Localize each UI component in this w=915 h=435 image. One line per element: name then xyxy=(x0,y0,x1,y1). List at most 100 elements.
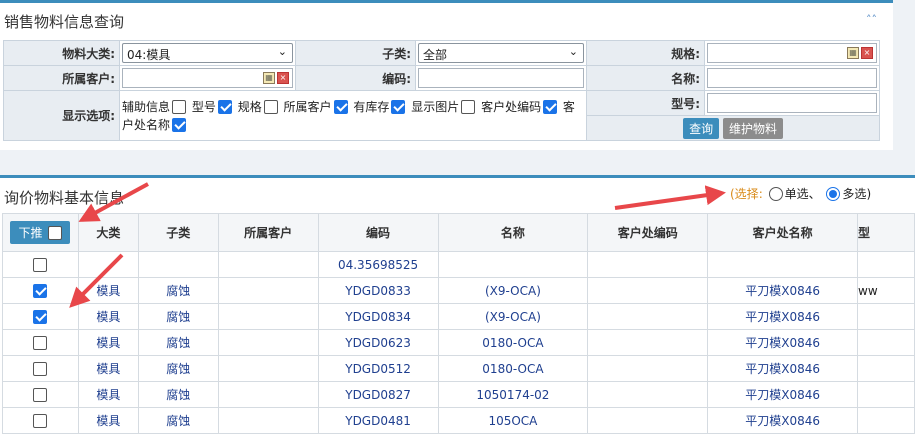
row-checkbox[interactable] xyxy=(33,361,48,376)
cell-cust-code xyxy=(587,381,709,408)
spec-input[interactable]: ▦ × xyxy=(707,43,877,63)
table-row[interactable]: 模具 腐蚀 YDGD0623 0180-OCA 平刀模X0846 xyxy=(2,329,915,356)
option-aux-label: 辅助信息 xyxy=(122,99,171,114)
cell-name: (X9-OCA) xyxy=(437,277,589,304)
subcategory-label: 子类: xyxy=(295,40,416,66)
row-checkbox-cell xyxy=(2,251,79,278)
maintain-button[interactable]: 维护物料 xyxy=(722,117,783,139)
header-name[interactable]: 名称 xyxy=(437,213,589,252)
customer-input[interactable]: ▦ × xyxy=(122,68,293,88)
cell-category: 模具 xyxy=(77,329,139,356)
cell-cust-name: 平刀模X0846 xyxy=(707,277,859,304)
cell-category: 模具 xyxy=(77,303,139,330)
multi-select-radio[interactable] xyxy=(826,187,841,201)
cell-subcategory: 腐蚀 xyxy=(137,381,219,408)
name-input[interactable] xyxy=(707,68,877,88)
result-table: 下推 大类 子类 所属客户 编码 名称 客户处编码 客户处名称 型 04.356… xyxy=(2,213,915,434)
row-checkbox-cell xyxy=(2,329,79,356)
model-label: 型号: xyxy=(586,90,705,116)
row-checkbox-cell xyxy=(2,381,79,408)
header-customer[interactable]: 所属客户 xyxy=(217,213,319,252)
double-chevron-up-icon[interactable]: ˄˄ xyxy=(866,13,877,26)
row-checkbox-cell xyxy=(2,355,79,382)
cust-code-checkbox[interactable] xyxy=(543,99,558,114)
query-panel: 销售物料信息查询 ˄˄ 物料大类: 04:模具 ⌄ 子类: 全部 ⌄ 规格: ▦ × … xyxy=(0,0,893,150)
table-row[interactable]: 模具 腐蚀 YDGD0833 (X9-OCA) 平刀模X0846 ww xyxy=(2,277,915,304)
picker-icon[interactable]: ▦ xyxy=(847,47,859,59)
row-checkbox[interactable] xyxy=(33,387,48,402)
option-show-image-label: 显示图片 xyxy=(411,99,460,114)
cell-cust-code xyxy=(587,407,709,434)
row-checkbox[interactable] xyxy=(33,309,48,324)
cell-customer xyxy=(217,381,319,408)
cell-customer xyxy=(217,355,319,382)
cust-name-checkbox[interactable] xyxy=(172,117,187,132)
table-row[interactable]: 模具 腐蚀 YDGD0834 (X9-OCA) 平刀模X0846 xyxy=(2,303,915,330)
cell-code: YDGD0834 xyxy=(317,303,439,330)
cell-cust-code xyxy=(587,329,709,356)
push-button[interactable]: 下推 xyxy=(10,221,71,244)
cell-customer xyxy=(217,407,319,434)
customer-checkbox[interactable] xyxy=(333,99,348,114)
stock-checkbox[interactable] xyxy=(391,99,406,114)
model-checkbox[interactable] xyxy=(217,99,232,114)
clear-icon[interactable]: × xyxy=(861,47,873,59)
row-checkbox-cell xyxy=(2,303,79,330)
cell-cust-code xyxy=(587,303,709,330)
chevron-down-icon: ⌄ xyxy=(568,45,578,58)
header-model[interactable]: 型 xyxy=(857,213,915,252)
row-checkbox[interactable] xyxy=(33,335,48,350)
cell-code: YDGD0512 xyxy=(317,355,439,382)
display-options: 辅助信息 型号 规格 所属客户 有库存 显示图片 客户处编码 客户处名称 xyxy=(120,96,586,136)
cell-customer xyxy=(217,329,319,356)
push-header: 下推 xyxy=(2,213,79,252)
cell-cust-name: 平刀模X0846 xyxy=(707,381,859,408)
header-subcategory[interactable]: 子类 xyxy=(137,213,219,252)
single-select-radio[interactable] xyxy=(768,187,783,201)
cell-cust-name: 平刀模X0846 xyxy=(707,407,859,434)
table-row[interactable]: 模具 腐蚀 YDGD0827 1050174-02 平刀模X0846 xyxy=(2,381,915,408)
cell-model xyxy=(857,329,915,356)
cell-cust-code xyxy=(587,355,709,382)
cell-name: (X9-OCA) xyxy=(437,303,589,330)
header-cust-code[interactable]: 客户处编码 xyxy=(587,213,709,252)
query-button[interactable]: 查询 xyxy=(683,117,720,139)
cell-code: YDGD0481 xyxy=(317,407,439,434)
table-header: 下推 大类 子类 所属客户 编码 名称 客户处编码 客户处名称 型 xyxy=(2,213,915,252)
cell-model: ww xyxy=(857,277,915,304)
select-all-checkbox[interactable] xyxy=(48,226,63,240)
cell-category: 模具 xyxy=(77,407,139,434)
cell-subcategory: 腐蚀 xyxy=(137,329,219,356)
category-select[interactable]: 04:模具 ⌄ xyxy=(122,43,293,63)
cell-name xyxy=(437,251,589,278)
row-checkbox[interactable] xyxy=(33,413,48,428)
row-checkbox[interactable] xyxy=(33,283,48,298)
aux-checkbox[interactable] xyxy=(172,99,187,114)
option-stock-label: 有库存 xyxy=(353,99,390,114)
header-code[interactable]: 编码 xyxy=(317,213,439,252)
clear-icon[interactable]: × xyxy=(277,72,289,84)
subcategory-select[interactable]: 全部 ⌄ xyxy=(418,43,584,63)
cell-customer xyxy=(217,303,319,330)
spec-checkbox[interactable] xyxy=(263,99,278,114)
header-cust-name[interactable]: 客户处名称 xyxy=(707,213,859,252)
single-select-label: 单选 xyxy=(784,187,809,201)
model-input[interactable] xyxy=(707,93,877,113)
display-options-label: 显示选项: xyxy=(3,90,120,141)
show-image-checkbox[interactable] xyxy=(461,99,476,114)
header-category[interactable]: 大类 xyxy=(77,213,139,252)
table-row[interactable]: 模具 腐蚀 YDGD0481 105OCA 平刀模X0846 xyxy=(2,407,915,434)
code-input[interactable] xyxy=(418,68,584,88)
cell-code: 04.35698525 xyxy=(317,251,439,278)
cell-model xyxy=(857,251,915,278)
cell-customer xyxy=(217,251,319,278)
table-row[interactable]: 04.35698525 xyxy=(2,251,915,278)
table-row[interactable]: 模具 腐蚀 YDGD0512 0180-OCA 平刀模X0846 xyxy=(2,355,915,382)
category-label: 物料大类: xyxy=(3,40,120,66)
code-label: 编码: xyxy=(295,65,416,91)
query-form: 物料大类: 04:模具 ⌄ 子类: 全部 ⌄ 规格: ▦ × 所属客户: ▦ × 编码:… xyxy=(3,40,880,141)
picker-icon[interactable]: ▦ xyxy=(263,72,275,84)
row-checkbox[interactable] xyxy=(33,257,48,272)
cell-cust-name: 平刀模X0846 xyxy=(707,303,859,330)
cell-cust-name xyxy=(707,251,859,278)
